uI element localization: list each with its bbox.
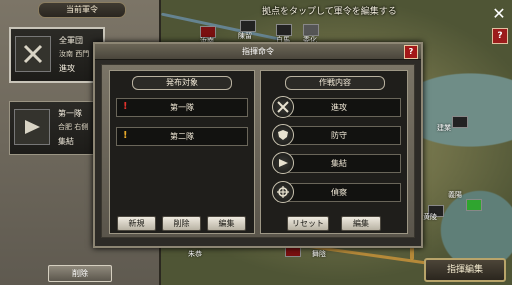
city-label: 陳留 [238, 32, 252, 40]
flag-icon [14, 109, 50, 145]
operation-row-gather[interactable]: 集結 [272, 152, 401, 174]
edit-operation-button[interactable]: 編集 [341, 216, 381, 231]
operation-pane: 作戦内容 進攻 防守 集結 偵察 リセット 編集 [260, 70, 408, 234]
operation-row-label: 防守 [331, 131, 347, 140]
edit-target-button[interactable]: 編集 [207, 216, 246, 231]
target-pane-title: 発布対象 [132, 76, 232, 90]
new-button[interactable]: 新規 [117, 216, 156, 231]
unit-order: 集結 [58, 137, 74, 146]
target-pane: 発布対象 ! 第一隊 ! 第二隊 新規 削除 編集 [109, 70, 255, 234]
unit-location: 合肥 右側 [58, 123, 89, 131]
crossed-swords-icon [15, 36, 51, 72]
unit-card-first-squad[interactable]: 第一隊 合肥 右側 集結 [9, 101, 103, 155]
reset-button[interactable]: リセット [287, 216, 329, 231]
city-label: 義陽 [448, 191, 462, 199]
target-row-label: 第一隊 [170, 103, 194, 112]
target-row-second-squad[interactable]: ! 第二隊 [116, 127, 248, 146]
operation-row-attack[interactable]: 進攻 [272, 96, 401, 118]
operation-pane-title: 作戦内容 [285, 76, 385, 90]
city-label: 建業 [437, 124, 451, 132]
city-label: 舞陰 [312, 250, 326, 258]
city-marker[interactable] [452, 116, 468, 128]
unit-card-all-army[interactable]: 全軍団 汝南 西門 進攻 [9, 27, 105, 83]
target-row-label: 第二隊 [170, 132, 194, 141]
delete-target-button[interactable]: 削除 [162, 216, 201, 231]
operation-row-scout[interactable]: 偵察 [272, 181, 401, 203]
operation-row-label: 進攻 [331, 103, 347, 112]
close-icon[interactable]: ✕ [490, 5, 508, 23]
command-dialog: 指揮命令 ? 発布対象 ! 第一隊 ! 第二隊 新規 削除 編集 作戦内容 進攻… [93, 42, 423, 248]
help-button[interactable]: ? [492, 28, 508, 44]
unit-name: 全軍団 [59, 36, 83, 45]
city-label: 朱恭 [188, 250, 202, 258]
operation-row-defend[interactable]: 防守 [272, 124, 401, 146]
map-hint-text: 拠点をタップして軍令を編集する [262, 7, 397, 17]
current-orders-title: 当前軍令 [38, 2, 126, 18]
delete-button[interactable]: 削除 [48, 265, 112, 282]
dialog-title: 指揮命令 [242, 47, 274, 56]
city-label: 黄陵 [423, 213, 437, 221]
dialog-header: 指揮命令 ? [95, 44, 421, 60]
unit-location: 汝南 西門 [59, 50, 90, 58]
dialog-help-button[interactable]: ? [404, 45, 418, 59]
city-marker[interactable] [466, 199, 482, 211]
dialog-body: 発布対象 ! 第一隊 ! 第二隊 新規 削除 編集 作戦内容 進攻 防守 集結 … [101, 64, 415, 238]
unit-name: 第一隊 [58, 109, 82, 118]
unit-order: 進攻 [59, 64, 75, 73]
operation-row-label: 偵察 [331, 188, 347, 197]
operation-row-label: 集結 [331, 159, 347, 168]
target-row-first-squad[interactable]: ! 第一隊 [116, 98, 248, 117]
command-edit-button[interactable]: 指揮編集 [424, 258, 506, 282]
